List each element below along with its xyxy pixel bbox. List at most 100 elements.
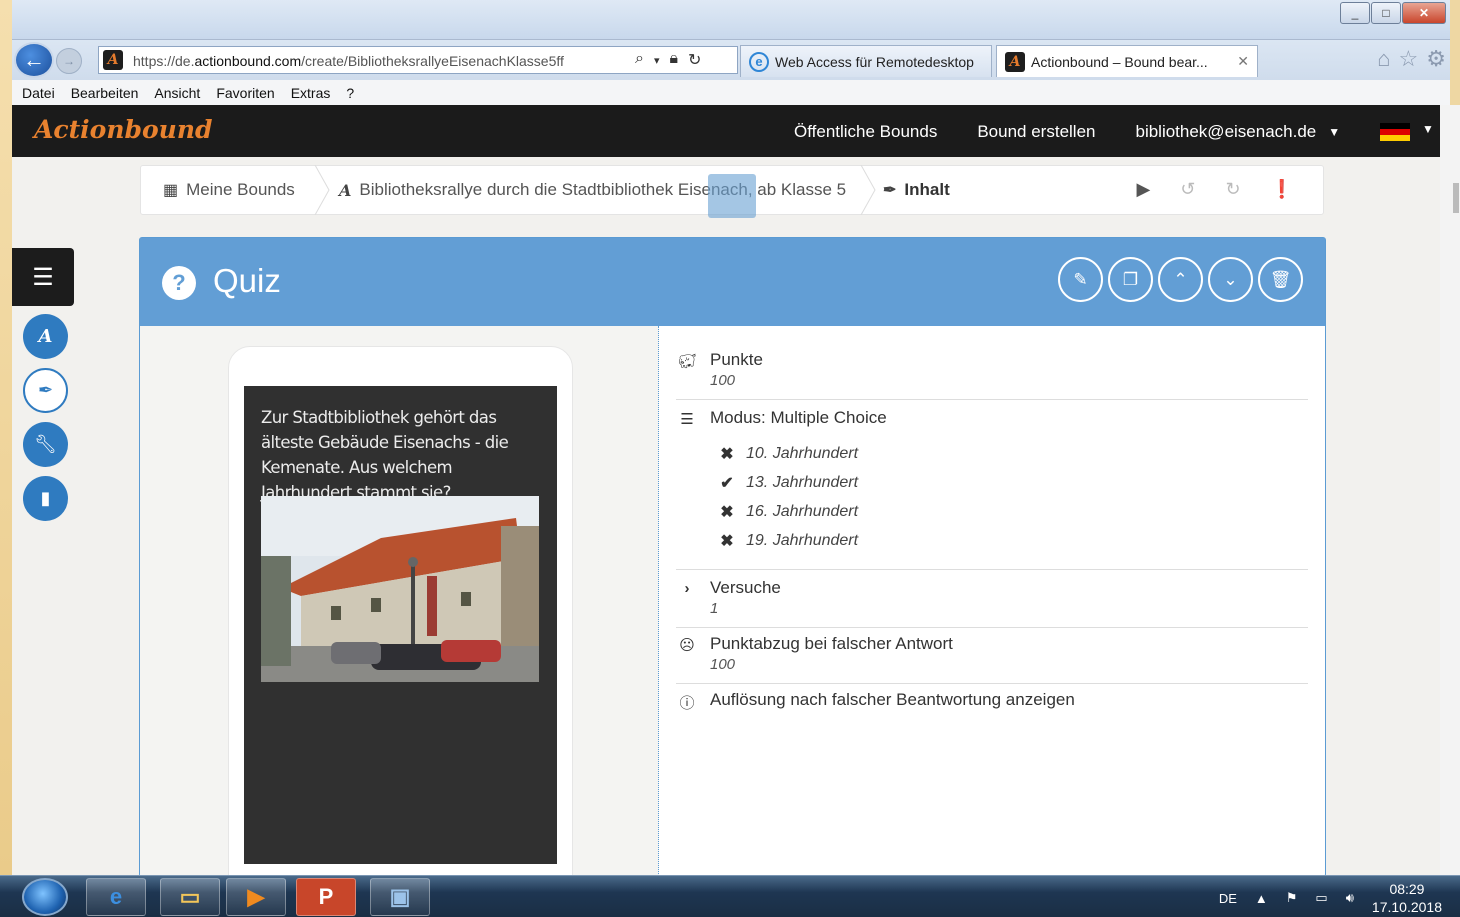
play-icon[interactable]: ▶ (1137, 179, 1151, 200)
tab-actionbound[interactable]: A Actionbound – Bound bear... ✕ (996, 45, 1258, 77)
crumb-separator (859, 164, 877, 216)
refresh-icon[interactable]: ↻ (688, 50, 701, 70)
penalty-row: ☹ Punktabzug bei falscher Antwort 100 (676, 634, 1308, 684)
duplicate-button[interactable]: ❐ (1108, 257, 1153, 302)
redo-icon[interactable]: ↻ (1225, 179, 1240, 200)
crumb-content[interactable]: ✒ Inhalt (883, 180, 950, 200)
forward-button[interactable]: → (56, 48, 82, 74)
taskbar-powerpoint-icon[interactable]: P (296, 878, 356, 916)
bound-a-icon: A (339, 180, 352, 200)
actionbound-logo[interactable]: Actionbound (34, 115, 213, 144)
sidebar-bound-button[interactable]: A (23, 314, 68, 359)
crumb-bound-title[interactable]: A Bibliotheksrallye durch die Stadtbibli… (339, 180, 846, 200)
attempts-label: Versuche (710, 578, 781, 597)
sidebar-stats-button[interactable]: ▮ (23, 476, 68, 521)
start-button[interactable] (22, 878, 68, 916)
tray-expand-icon[interactable]: ▲ (1255, 891, 1268, 906)
menu-toggle-button[interactable]: ☰ (12, 248, 74, 306)
header-nav: Öffentliche Bounds Bound erstellen bibli… (794, 122, 1340, 142)
crumb-separator (313, 164, 331, 216)
caret-down-icon: ▼ (1328, 125, 1341, 139)
nav-public-bounds[interactable]: Öffentliche Bounds (794, 122, 937, 142)
home-icon[interactable]: ⌂ (1377, 46, 1390, 72)
answer-text: 10. Jahrhundert (746, 445, 859, 462)
chevron-down-icon: ⌄ (1223, 269, 1238, 289)
answer-text: 19. Jahrhundert (746, 532, 859, 549)
language-indicator[interactable]: DE (1219, 891, 1237, 906)
german-flag-icon[interactable] (1380, 123, 1410, 141)
app-header: Actionbound Öffentliche Bounds Bound ers… (12, 105, 1450, 157)
taskbar-ie-icon[interactable]: e (86, 878, 146, 916)
tab-remote-desktop[interactable]: e Web Access für Remotedesktop (740, 45, 992, 77)
back-button[interactable]: ← (14, 42, 54, 78)
info-icon: ⓘ (679, 695, 695, 712)
user-menu[interactable]: bibliothek@eisenach.de ▼ (1135, 122, 1340, 142)
taskbar-media-icon[interactable]: ▶ (226, 878, 286, 916)
sidebar-content-button[interactable]: ✒ (23, 368, 68, 413)
settings-gear-icon[interactable]: ⚙ (1426, 46, 1446, 72)
actionbound-favicon-icon: A (1005, 51, 1025, 72)
maximize-button[interactable]: □ (1371, 2, 1401, 24)
trash-icon: 🗑︎ (1269, 269, 1292, 289)
bar-chart-icon: ▮ (40, 488, 51, 508)
list-icon: ☰ (680, 411, 694, 428)
menu-favoriten[interactable]: Favoriten (216, 85, 274, 101)
favorites-star-icon[interactable]: ☆ (1399, 46, 1419, 72)
taskbar-remote-desktop-icon[interactable]: ▣ (370, 878, 430, 916)
move-down-button[interactable]: ⌄ (1208, 257, 1253, 302)
feather-icon: ✒ (37, 380, 54, 400)
mode-row: ☰ Modus: Multiple Choice ✖ 10. Jahrhunde… (676, 408, 1308, 570)
search-icon[interactable]: ⌕ (635, 50, 644, 70)
sidebar-settings-button[interactable]: 🔧︎ (23, 422, 68, 467)
page-scrollbar[interactable] (1440, 105, 1460, 875)
minimize-button[interactable]: _ (1340, 2, 1370, 24)
breadcrumb-tools: ▶ ↺ ↻ ❗ (1137, 179, 1293, 200)
mode-label: Modus: Multiple Choice (710, 408, 887, 427)
dropdown-icon[interactable]: ▾ (654, 54, 660, 70)
menu-extras[interactable]: Extras (291, 85, 331, 101)
taskbar-explorer-icon[interactable]: ▭ (160, 878, 220, 916)
volume-icon[interactable]: 🔊︎ (1346, 890, 1354, 906)
delete-button[interactable]: 🗑︎ (1258, 257, 1303, 302)
menu-datei[interactable]: Datei (22, 85, 55, 101)
windows-taskbar: e ▭ ▶ P ▣ DE ▲ ⚑ ▭ 🔊︎ 08:29 17.10.2018 (0, 875, 1460, 917)
alert-icon[interactable]: ❗ (1271, 179, 1293, 200)
crumb-my-bounds[interactable]: ▦ Meine Bounds (163, 180, 295, 200)
window-titlebar: _ □ ✕ (12, 0, 1450, 40)
feather-icon: ✒ (883, 182, 897, 199)
quiz-title: Quiz (213, 262, 281, 299)
scrollbar-thumb[interactable] (1453, 183, 1459, 213)
quiz-actions: ✎ ❐ ⌃ ⌄ 🗑︎ (1058, 257, 1303, 302)
kemenate-photo (261, 496, 539, 682)
tab-label: Web Access für Remotedesktop (775, 53, 974, 70)
chevron-right-icon: › (684, 580, 690, 597)
cross-icon: ✖ (720, 533, 734, 550)
pencil-icon: ✎ (1073, 269, 1088, 289)
clock[interactable]: 08:29 17.10.2018 (1372, 880, 1442, 916)
language-caret-icon[interactable]: ▼ (1422, 122, 1434, 136)
answer-item: ✖ 19. Jahrhundert (720, 531, 858, 551)
edit-button[interactable]: ✎ (1058, 257, 1103, 302)
attempts-value: 1 (710, 600, 719, 617)
quiz-header: ? Quiz ✎ ❐ ⌃ ⌄ 🗑︎ (140, 238, 1325, 326)
menu-help[interactable]: ? (346, 85, 354, 101)
menu-ansicht[interactable]: Ansicht (154, 85, 200, 101)
move-up-button[interactable]: ⌃ (1158, 257, 1203, 302)
address-bar[interactable]: A https://de.actionbound.com/create/Bibl… (98, 46, 738, 74)
flag-icon[interactable]: ⚑ (1286, 890, 1298, 906)
network-icon[interactable]: ▭ (1315, 890, 1327, 906)
answer-item: ✔ 13. Jahrhundert (720, 473, 858, 493)
attempts-row: › Versuche 1 (676, 578, 1308, 628)
solution-row: ⓘ Auflösung nach falscher Beantwortung a… (676, 690, 1308, 720)
close-tab-icon[interactable]: ✕ (1237, 53, 1249, 70)
question-icon: ? (162, 266, 196, 300)
nav-create-bound[interactable]: Bound erstellen (977, 122, 1095, 142)
close-window-button[interactable]: ✕ (1402, 2, 1446, 24)
menu-bearbeiten[interactable]: Bearbeiten (71, 85, 139, 101)
window-controls: _ □ ✕ (1340, 2, 1446, 24)
undo-icon[interactable]: ↺ (1180, 179, 1195, 200)
actionbound-favicon-icon: A (103, 50, 123, 70)
lock-icon[interactable]: 🔒︎ (670, 50, 679, 70)
url-path: /create/BibliotheksrallyeEisenachKlasse5… (301, 53, 564, 69)
penalty-value: 100 (710, 656, 736, 673)
